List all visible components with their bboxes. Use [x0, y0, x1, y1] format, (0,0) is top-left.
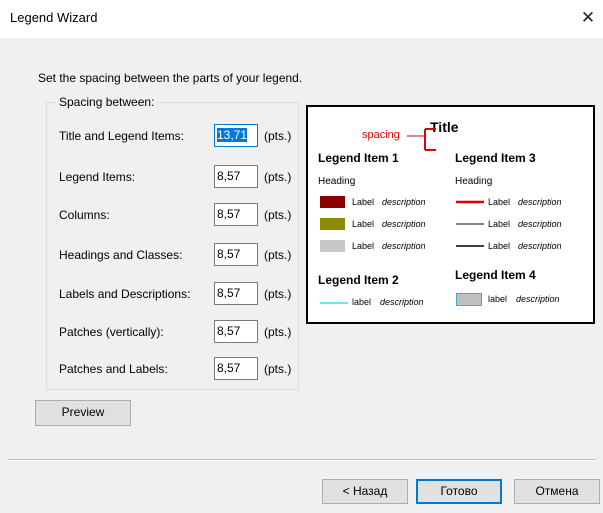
cancel-button[interactable]: Отмена: [514, 479, 600, 504]
item-label: label: [488, 294, 508, 304]
item-label: Label: [352, 241, 375, 251]
unit-label: (pts.): [264, 170, 292, 184]
item-label: label: [352, 297, 372, 307]
spacing-groupbox: [46, 102, 299, 390]
legend-preview: Title spacing Legend Item 1 Heading Labe…: [306, 105, 595, 324]
item-label: Label: [488, 241, 511, 251]
unit-label: (pts.): [264, 208, 292, 222]
line-black: [456, 245, 484, 247]
selected-value: 13,71: [217, 128, 248, 142]
patch-darkred: [320, 196, 345, 208]
item-label: Label: [488, 219, 511, 229]
item-description: description: [380, 297, 424, 307]
legend-item-3-subheading: Heading: [455, 176, 493, 187]
unit-label: (pts.): [264, 248, 292, 262]
unit-label: (pts.): [264, 362, 292, 376]
row-label-headings-classes: Headings and Classes:: [59, 248, 183, 262]
groupbox-title: Spacing between:: [56, 95, 158, 109]
patches-vertically-input[interactable]: 8,57: [214, 320, 258, 343]
preview-button[interactable]: Preview: [35, 400, 131, 426]
patches-labels-input[interactable]: 8,57: [214, 357, 258, 380]
instructions-text: Set the spacing between the parts of you…: [38, 71, 303, 85]
unit-label: (pts.): [264, 325, 292, 339]
line-black-thin: [456, 223, 484, 225]
window-title: Legend Wizard: [10, 10, 98, 25]
legend-item-4-heading: Legend Item 4: [455, 268, 536, 282]
legend-item-1-subheading: Heading: [318, 176, 356, 187]
item-description: description: [518, 197, 562, 207]
line-cyan: [320, 302, 348, 304]
labels-descriptions-input[interactable]: 8,57: [214, 282, 258, 305]
row-label-patches-vertically: Patches (vertically):: [59, 325, 164, 339]
patch-gray-outlined: [456, 293, 482, 306]
row-label-columns: Columns:: [59, 208, 110, 222]
legend-item-2-heading: Legend Item 2: [318, 273, 399, 287]
legend-item-3-heading: Legend Item 3: [455, 151, 536, 165]
item-description: description: [382, 241, 426, 251]
item-label: Label: [352, 219, 375, 229]
line-red: [456, 200, 484, 204]
spacing-indicator: [407, 128, 436, 151]
headings-classes-input[interactable]: 8,57: [214, 243, 258, 266]
columns-input[interactable]: 8,57: [214, 203, 258, 226]
unit-label: (pts.): [264, 287, 292, 301]
item-label: Label: [488, 197, 511, 207]
title-legend-items-input[interactable]: 13,71: [214, 124, 258, 147]
item-description: description: [518, 241, 562, 251]
close-icon[interactable]: ✕: [576, 6, 600, 30]
item-description: description: [382, 219, 426, 229]
row-label-labels-descriptions: Labels and Descriptions:: [59, 287, 191, 301]
item-description: description: [518, 219, 562, 229]
item-description: description: [382, 197, 426, 207]
row-label-patches-labels: Patches and Labels:: [59, 362, 168, 376]
row-label-legend-items: Legend Items:: [59, 170, 136, 184]
item-description: description: [516, 294, 560, 304]
footer-separator: [8, 459, 596, 461]
legend-item-1-heading: Legend Item 1: [318, 151, 399, 165]
item-label: Label: [352, 197, 375, 207]
patch-olive: [320, 218, 345, 230]
patch-gray: [320, 240, 345, 252]
finish-button[interactable]: Готово: [416, 479, 502, 504]
back-button[interactable]: < Назад: [322, 479, 408, 504]
legend-items-input[interactable]: 8,57: [214, 165, 258, 188]
row-label-title-legend-items: Title and Legend Items:: [59, 129, 184, 143]
unit-label: (pts.): [264, 129, 292, 143]
